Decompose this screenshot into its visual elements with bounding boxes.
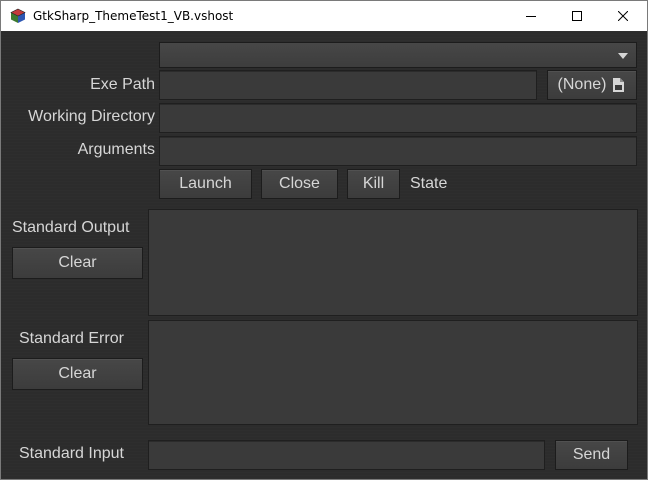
standard-input-field[interactable]	[148, 440, 545, 470]
arguments-input[interactable]	[159, 136, 637, 166]
maximize-icon	[572, 11, 582, 21]
minimize-button[interactable]	[508, 1, 554, 31]
cube-icon	[10, 8, 26, 24]
process-combo[interactable]	[159, 42, 637, 68]
close-process-button[interactable]: Close	[261, 169, 338, 199]
standard-input-label: Standard Input	[19, 445, 124, 462]
exe-path-label: Exe Path	[90, 76, 155, 93]
working-directory-input[interactable]	[159, 103, 637, 133]
close-window-button[interactable]	[600, 1, 646, 31]
close-icon	[618, 11, 628, 21]
clear-stdout-button[interactable]: Clear	[12, 247, 143, 279]
standard-output-textarea[interactable]	[148, 209, 638, 316]
app-window: GtkSharp_ThemeTest1_VB.vshost Exe Path (…	[0, 0, 648, 480]
standard-output-label: Standard Output	[12, 219, 130, 236]
file-chooser-label: (None)	[557, 76, 607, 93]
document-open-icon	[613, 78, 625, 92]
send-button[interactable]: Send	[555, 440, 628, 470]
kill-button[interactable]: Kill	[347, 169, 400, 199]
file-chooser-button[interactable]: (None)	[547, 70, 637, 100]
title-bar[interactable]: GtkSharp_ThemeTest1_VB.vshost	[1, 1, 647, 31]
launch-button[interactable]: Launch	[159, 169, 252, 199]
minimize-icon	[526, 16, 536, 17]
clear-stderr-button[interactable]: Clear	[12, 358, 143, 390]
window-title: GtkSharp_ThemeTest1_VB.vshost	[33, 9, 234, 23]
maximize-button[interactable]	[554, 1, 600, 31]
state-label: State	[410, 175, 448, 192]
working-directory-label: Working Directory	[28, 108, 155, 125]
chevron-down-icon	[618, 53, 628, 59]
standard-error-label: Standard Error	[19, 330, 124, 347]
arguments-label: Arguments	[77, 141, 155, 158]
client-area: Exe Path (None) Working Directory Argume…	[1, 31, 647, 479]
exe-path-input[interactable]	[159, 70, 537, 100]
standard-error-textarea[interactable]	[148, 320, 638, 425]
